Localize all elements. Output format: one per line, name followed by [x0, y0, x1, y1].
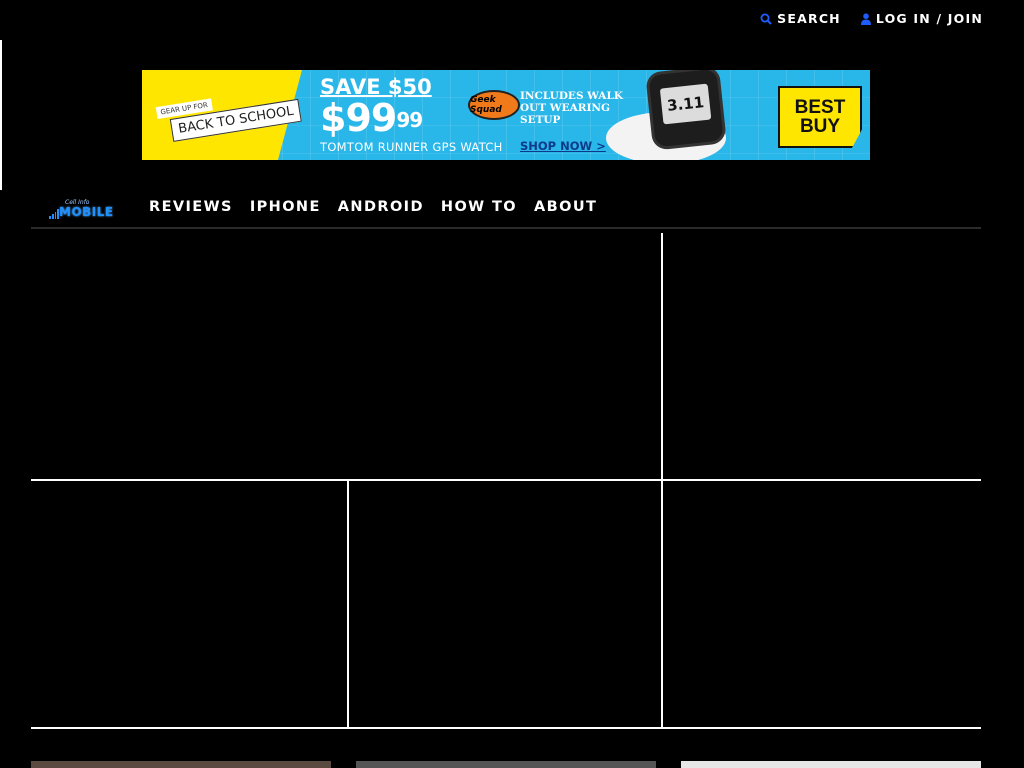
login-join-label: LOG IN / JOIN	[875, 11, 983, 26]
ad-price-cents: 99	[396, 108, 423, 132]
left-edge-divider	[0, 40, 2, 190]
grid-divider	[347, 481, 349, 729]
best-buy-logo: BEST BUY	[778, 86, 862, 148]
article-thumbnail[interactable]	[681, 761, 981, 768]
main-nav: REVIEWS IPHONE ANDROID HOW TO ABOUT	[149, 199, 597, 215]
featured-tile-bottom-right[interactable]	[664, 482, 981, 727]
geek-squad-logo: Geek Squad	[468, 90, 520, 120]
signal-bars-icon	[49, 209, 59, 219]
search-icon	[760, 13, 772, 25]
watch-display: 3.11	[659, 83, 712, 125]
nav-iphone[interactable]: IPHONE	[250, 199, 321, 215]
banner-ad[interactable]: GEAR UP FOR BACK TO SCHOOL SAVE $50 $999…	[142, 70, 870, 160]
grid-divider	[31, 727, 981, 729]
search-label: SEARCH	[777, 11, 841, 26]
featured-tile-large[interactable]	[31, 234, 661, 479]
featured-tile-bottom-middle[interactable]	[350, 482, 661, 727]
ad-save-text: SAVE $50	[320, 75, 432, 99]
nav-divider	[31, 227, 981, 229]
ad-shop-now-link[interactable]: SHOP NOW >	[520, 139, 606, 153]
site-logo[interactable]: Cell Info MOBILE	[49, 199, 119, 221]
article-thumbnail[interactable]	[356, 761, 656, 768]
logo-text: MOBILE	[59, 205, 114, 219]
search-link[interactable]: SEARCH	[760, 11, 841, 26]
nav-how-to[interactable]: HOW TO	[441, 199, 517, 215]
grid-divider	[661, 233, 663, 729]
ad-price: $9999	[320, 96, 423, 140]
featured-tile-bottom-left[interactable]	[31, 482, 347, 727]
featured-tile-top-right[interactable]	[664, 234, 981, 479]
user-icon	[860, 12, 871, 25]
grid-divider	[31, 479, 981, 481]
nav-android[interactable]: ANDROID	[338, 199, 424, 215]
top-utility-bar: SEARCH LOG IN / JOIN	[760, 11, 983, 26]
article-thumbnail[interactable]	[31, 761, 331, 768]
login-join-link[interactable]: LOG IN / JOIN	[860, 11, 983, 26]
nav-about[interactable]: ABOUT	[534, 199, 597, 215]
ad-price-dollars: $99	[320, 96, 397, 140]
gps-watch-image: 3.11	[648, 70, 724, 148]
ad-product-name: TOMTOM RUNNER GPS WATCH	[320, 140, 503, 154]
nav-reviews[interactable]: REVIEWS	[149, 199, 233, 215]
